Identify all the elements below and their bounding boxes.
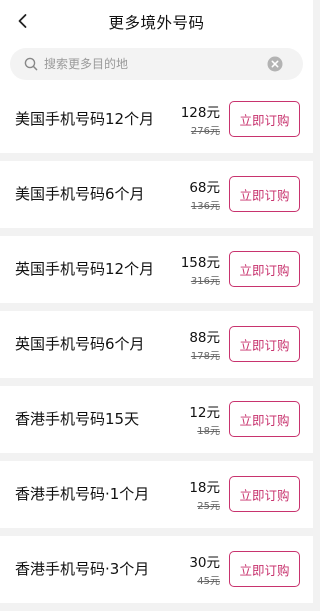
- list-item: 英国手机号码6个月 88元 178元 立即订购: [0, 311, 313, 378]
- current-price: 12元: [189, 405, 220, 421]
- search-bar-container: [0, 42, 313, 86]
- original-price: 316元: [190, 276, 220, 287]
- original-price: 136元: [190, 201, 220, 212]
- current-price: 30元: [189, 555, 220, 571]
- search-input[interactable]: [44, 48, 264, 80]
- original-price: 45元: [197, 576, 220, 587]
- list-item: 香港手机号码·1个月 18元 25元 立即订购: [0, 461, 313, 528]
- order-button[interactable]: 立即订购: [229, 476, 300, 512]
- search-bar[interactable]: [10, 48, 303, 80]
- product-list: 美国手机号码12个月 128元 276元 立即订购 美国手机号码6个月 68元 …: [0, 86, 313, 611]
- list-item: 美国手机号码6个月 68元 136元 立即订购: [0, 161, 313, 228]
- product-name: 英国手机号码12个月: [15, 260, 155, 278]
- product-name: 香港手机号码·1个月: [15, 485, 150, 503]
- product-name: 英国手机号码6个月: [15, 335, 145, 353]
- current-price: 128元: [180, 105, 220, 121]
- order-button[interactable]: 立即订购: [229, 176, 300, 212]
- clear-icon[interactable]: [267, 56, 283, 72]
- current-price: 158元: [180, 255, 220, 271]
- current-price: 68元: [189, 180, 220, 196]
- list-item: 英国手机号码12个月 158元 316元 立即订购: [0, 236, 313, 303]
- search-icon: [24, 57, 38, 71]
- list-item: 美国手机号码12个月 128元 276元 立即订购: [0, 86, 313, 153]
- product-name: 香港手机号码15天: [15, 410, 140, 428]
- product-name: 美国手机号码6个月: [15, 185, 145, 203]
- original-price: 25元: [197, 501, 220, 512]
- order-button[interactable]: 立即订购: [229, 401, 300, 437]
- current-price: 18元: [189, 480, 220, 496]
- original-price: 178元: [190, 351, 220, 362]
- order-button[interactable]: 立即订购: [229, 326, 300, 362]
- product-name: 香港手机号码·3个月: [15, 560, 150, 578]
- top-bar: 更多境外号码: [0, 0, 313, 42]
- current-price: 88元: [189, 330, 220, 346]
- page-title: 更多境外号码: [108, 14, 205, 32]
- original-price: 276元: [190, 126, 220, 137]
- order-button[interactable]: 立即订购: [229, 551, 300, 587]
- product-name: 美国手机号码12个月: [15, 110, 155, 128]
- list-item: 香港手机号码·3个月 30元 45元 立即订购: [0, 536, 313, 603]
- order-button[interactable]: 立即订购: [229, 101, 300, 137]
- list-item: 香港手机号码15天 12元 18元 立即订购: [0, 386, 313, 453]
- order-button[interactable]: 立即订购: [229, 251, 300, 287]
- original-price: 18元: [197, 426, 220, 437]
